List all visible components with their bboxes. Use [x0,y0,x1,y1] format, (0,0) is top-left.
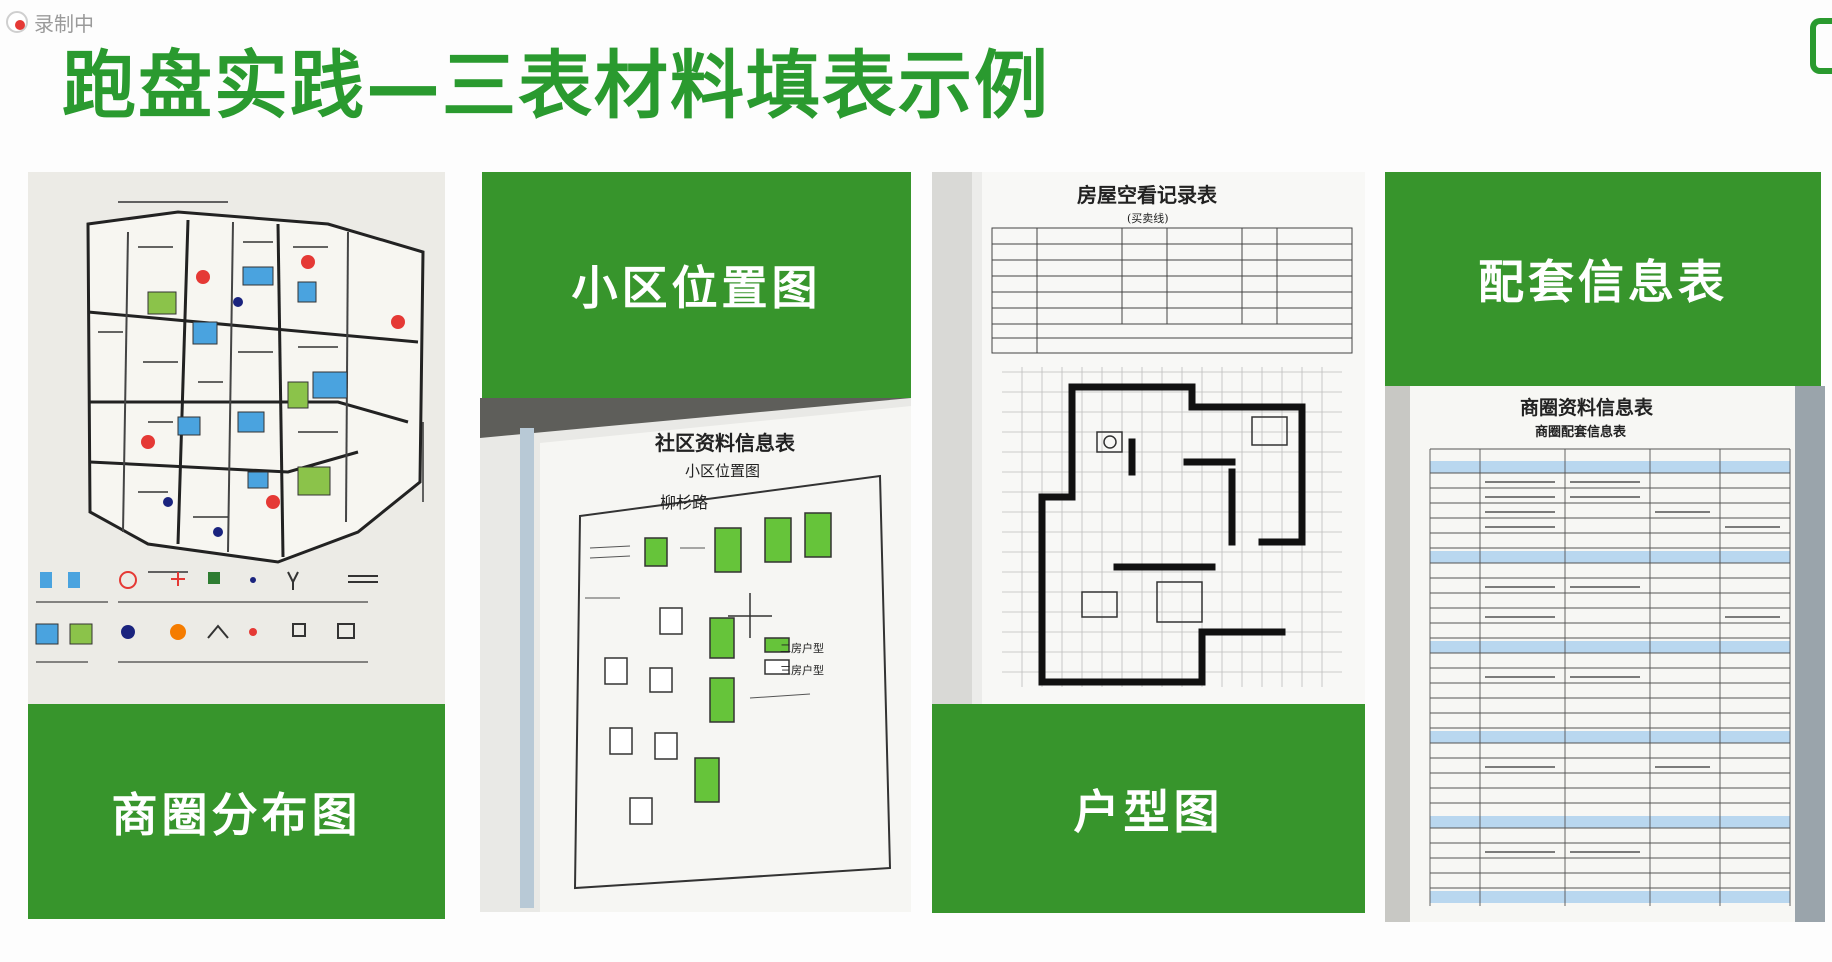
business-map-label: 商圈分布图 [28,704,445,919]
commerce-heading: 商圈资料信息表 [1520,396,1654,419]
business-map-photo [28,172,445,704]
sheet-heading: 社区资料信息表 [654,431,796,455]
record-dot-icon [6,11,28,33]
floor-plan-label: 户型图 [932,704,1365,913]
record-subheading: (买卖线) [1127,211,1169,225]
commerce-sheet-photo: 商圈资料信息表 商圈配套信息表 [1385,386,1825,922]
house-record-photo: 房屋空看记录表 (买卖线) [932,172,1365,704]
legend-a-label: 二房户型 [780,641,824,655]
record-heading: 房屋空看记录表 [1077,183,1218,207]
home-icon[interactable] [1810,18,1832,74]
location-map-label: 小区位置图 [482,172,911,398]
legend-b-label: 三房户型 [780,663,824,677]
commerce-subheading: 商圈配套信息表 [1535,424,1627,440]
sheet-subheading: 小区位置图 [685,462,760,480]
community-sheet-photo: 社区资料信息表 小区位置图 柳杉路 二房户型 三房户型 [480,398,911,912]
slide: 录制中 跑盘实践—三表材料填表示例 商圈分布图 小区位置图 社区资料信息表 小区… [0,0,1832,962]
street-label: 柳杉路 [660,493,708,512]
facility-table-label: 配套信息表 [1385,172,1821,386]
slide-title: 跑盘实践—三表材料填表示例 [62,43,1050,129]
